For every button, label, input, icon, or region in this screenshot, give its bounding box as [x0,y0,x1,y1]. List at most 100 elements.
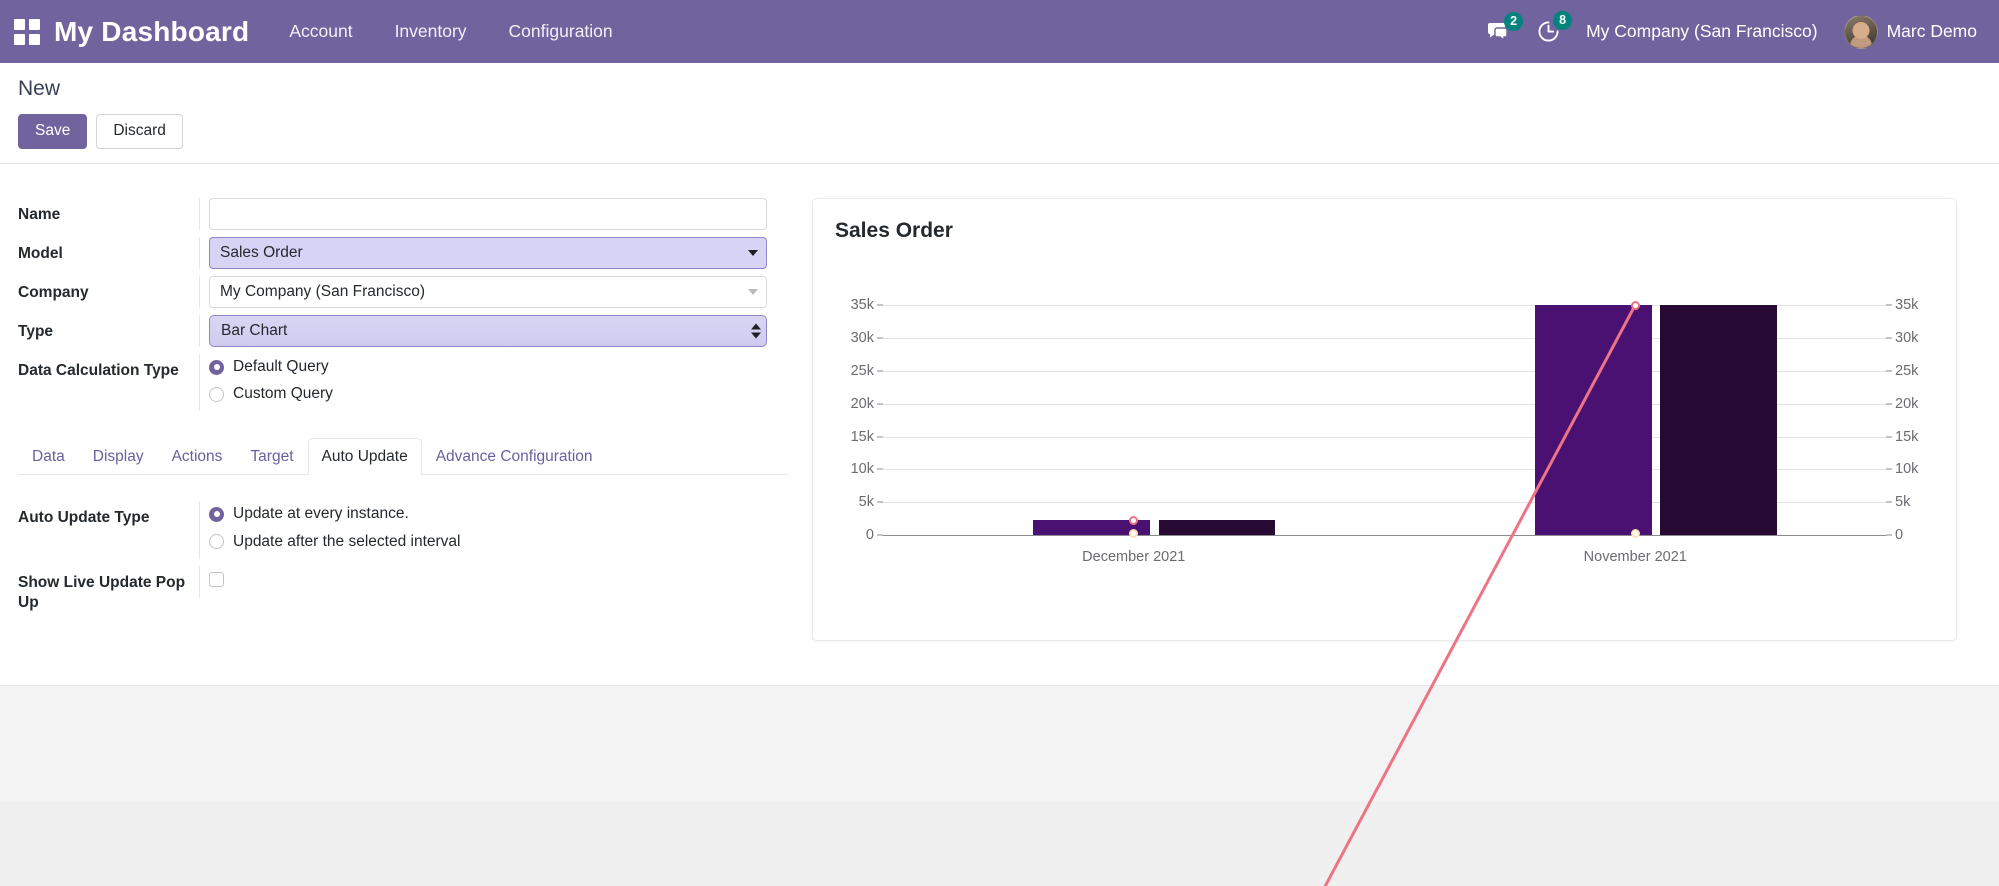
field-control-auto-update-type: Update at every instance. Update after t… [199,501,788,559]
save-button[interactable]: Save [18,114,88,150]
radio-default-query[interactable]: Default Query [209,357,788,377]
radio-label-update-after-interval: Update after the selected interval [233,532,461,550]
chart-column: Sales Order 0 0 5k 5k 10k 10k 15k 15k 20k 20k 25k 2… [788,198,1981,641]
tab-advance-configuration[interactable]: Advance Configuration [422,438,607,475]
apps-grid-cell [29,33,40,45]
field-control-model [199,237,788,270]
tab-panel-auto-update: Auto Update Type Update at every instanc… [18,475,788,614]
chart-canvas[interactable]: 0 0 5k 5k 10k 10k 15k 15k 20k 20k 25k 25k 30k 30k 35k 3… [851,297,1918,538]
messages-button[interactable]: 2 [1487,11,1524,43]
apps-grid-cell [29,18,40,30]
chart-y-tick-label-left: 20k [850,395,874,412]
field-data-calculation-type: Data Calculation Type Default Query Cust… [18,354,788,412]
chart-y-tick-label-left: 35k [850,297,874,314]
main-menu: Account Inventory Configuration [287,15,614,48]
chart-y-tick-label-left: 5k [858,494,874,511]
messages-count-badge: 2 [1504,11,1524,31]
chart-title: Sales Order [835,219,953,243]
tab-data[interactable]: Data [18,438,79,475]
apps-grid-icon[interactable] [14,18,40,45]
field-label-show-live-update-popup: Show Live Update Pop Up [18,573,186,612]
chart-y-tick-label-right: 25k [1895,362,1919,379]
company-input[interactable] [209,276,767,309]
page-title: New [18,77,61,100]
field-control-type: Bar Chart [199,315,788,348]
navbar-right-zone: 2 8 My Company (San Francisco) Marc Demo [1487,11,1977,49]
avatar [1843,14,1878,49]
field-control-show-live-update-popup [199,565,788,598]
company-switcher[interactable]: My Company (San Francisco) [1586,21,1817,42]
app-brand-title[interactable]: My Dashboard [54,16,249,48]
radio-label-default-query: Default Query [233,358,329,376]
menu-item-configuration[interactable]: Configuration [507,15,615,48]
radio-custom-query[interactable]: Custom Query [209,384,788,404]
apps-grid-cell [14,18,25,30]
field-label-model: Model [18,245,63,263]
radio-dot-icon[interactable] [209,386,224,402]
apps-grid-cell [14,33,25,45]
field-model: Model [18,237,788,270]
chart-y-tick-label-right: 20k [1895,395,1919,412]
menu-item-inventory[interactable]: Inventory [393,15,469,48]
top-navbar: My Dashboard Account Inventory Configura… [0,0,1999,63]
chart-plot-area: 0 0 5k 5k 10k 10k 15k 15k 20k 20k 25k 25k 30k 30k 35k 3… [835,253,1934,583]
notebook-tabs: Data Display Actions Target Auto Update … [18,437,788,476]
activities-count-badge: 8 [1553,11,1573,30]
radio-update-every-instance[interactable]: Update at every instance. [209,504,788,524]
chart-y-tick-label-right: 35k [1895,297,1919,314]
user-name-label: Marc Demo [1886,21,1977,41]
tab-target[interactable]: Target [236,438,307,475]
tab-actions[interactable]: Actions [158,438,237,475]
field-control-name [199,198,788,231]
company-many2one [209,276,767,309]
field-auto-update-type: Auto Update Type Update at every instanc… [18,501,788,559]
chart-y-tick-label-left: 15k [850,428,874,445]
main-content: New Save Discard Name Model Sales Order … [0,63,1999,685]
field-label-name: Name [18,206,61,224]
menu-item-account[interactable]: Account [287,15,354,48]
activities-button[interactable]: 8 [1537,11,1573,43]
chart-y-tick-label-right: 30k [1895,329,1919,346]
chart-y-tick-label-right: 0 [1895,527,1904,544]
form-column: Name Model Company [18,198,788,641]
field-control-data-calculation-type: Default Query Custom Query [199,354,788,412]
chart-data-point[interactable] [1129,528,1139,538]
field-control-company [199,276,788,309]
radio-dot-icon[interactable] [209,534,224,550]
type-select-wrap: Bar Chart [209,315,767,348]
type-select[interactable]: Bar Chart [209,315,767,348]
auto-update-type-radio-group: Update at every instance. Update after t… [209,501,788,551]
name-input[interactable] [209,198,767,231]
notebook: Data Display Actions Target Auto Update … [18,437,788,614]
record-action-buttons: Save Discard [0,101,1999,150]
radio-dot-selected-icon[interactable] [209,359,224,375]
discard-button[interactable]: Discard [96,114,183,150]
radio-label-update-every-instance: Update at every instance. [233,505,409,523]
chart-data-point[interactable] [1630,300,1640,310]
field-company: Company [18,276,788,309]
tab-auto-update[interactable]: Auto Update [307,438,422,476]
chart-y-tick-label-right: 5k [1895,494,1911,511]
field-label-company: Company [18,284,89,302]
radio-update-after-interval[interactable]: Update after the selected interval [209,532,788,552]
model-many2one [209,237,767,270]
tab-display[interactable]: Display [79,438,158,475]
field-label-type: Type [18,323,54,341]
field-label-data-calculation-type: Data Calculation Type [18,362,179,380]
chart-data-point[interactable] [1129,516,1139,526]
chart-line-markers [883,300,1886,538]
control-panel: New Save Discard [0,63,1999,165]
field-label-auto-update-type: Auto Update Type [18,509,150,527]
show-live-update-popup-checkbox[interactable] [209,571,224,587]
radio-label-custom-query: Custom Query [233,385,333,403]
radio-dot-selected-icon[interactable] [209,506,224,522]
chart-data-point[interactable] [1630,528,1640,538]
chart-y-tick-label-right: 15k [1895,428,1919,445]
model-input[interactable] [209,237,767,270]
user-menu[interactable]: Marc Demo [1843,14,1977,49]
chart-y-tick-label-left: 0 [865,527,874,544]
field-show-live-update-popup: Show Live Update Pop Up [18,565,788,614]
chart-y-tick-label-left: 25k [850,362,874,379]
chart-y-tick-label-right: 10k [1895,461,1919,478]
field-name: Name [18,198,788,231]
